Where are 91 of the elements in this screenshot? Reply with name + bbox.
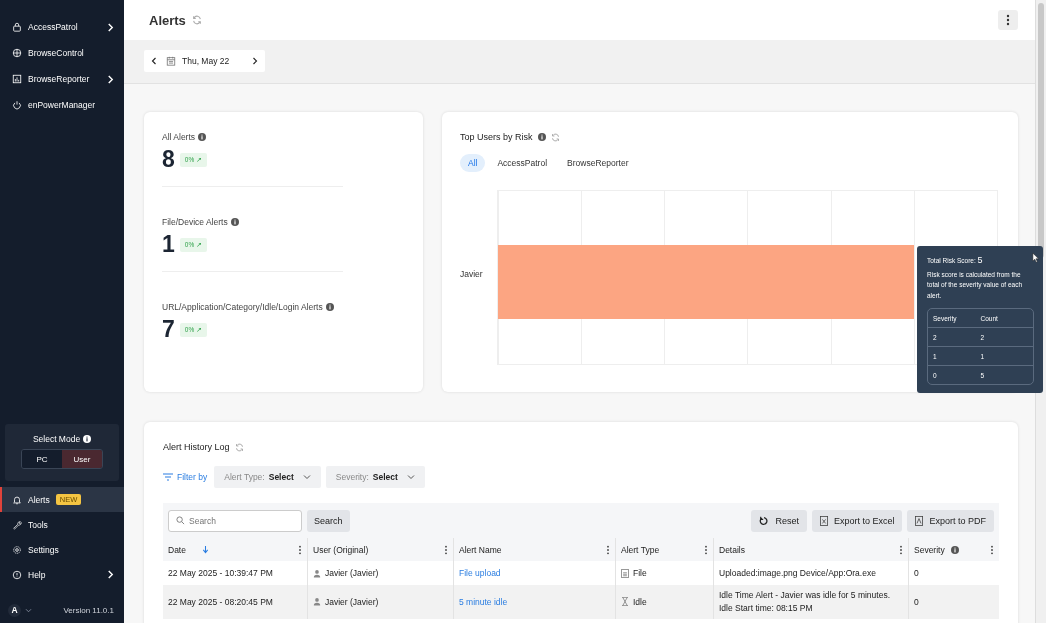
filter-by-button[interactable]: Filter by (163, 472, 210, 482)
spreadsheet-file-icon (819, 515, 828, 526)
cursor-icon (1032, 252, 1039, 263)
document-icon (915, 515, 924, 526)
column-menu-icon[interactable] (606, 544, 610, 555)
chevron-right-icon (107, 74, 114, 84)
column-menu-icon[interactable] (899, 544, 903, 555)
lock-icon (12, 22, 22, 32)
stat-label: All Alerts (162, 132, 196, 142)
column-menu-icon[interactable] (990, 544, 994, 555)
column-header[interactable]: Severity (909, 538, 999, 561)
chart-icon (12, 74, 22, 84)
column-header[interactable]: Details (714, 538, 909, 561)
date-label[interactable]: Thu, May 22 (182, 56, 230, 66)
column-header[interactable]: Date (163, 538, 308, 561)
power-icon (12, 100, 22, 110)
reset-button[interactable]: Reset (751, 509, 807, 532)
chevron-right-icon (107, 22, 114, 32)
nav-item[interactable]: BrowseControl (0, 40, 124, 66)
nav-item[interactable]: Tools (0, 512, 124, 537)
user-label: Javier (460, 268, 484, 279)
table-cell: File (633, 568, 647, 578)
version-label: Version 11.0.1 (63, 605, 114, 615)
mode-label: Select Mode (32, 434, 81, 444)
user-icon (313, 597, 321, 607)
sort-arrow-icon (201, 545, 209, 554)
help-icon (12, 569, 22, 580)
card-title: Alert History Log (163, 442, 230, 452)
more-menu-button[interactable] (998, 10, 1018, 30)
table-cell: Javier (Javier) (325, 596, 379, 607)
stat-value: 7 (162, 318, 175, 341)
filter-dropdown[interactable]: Severity: Select (325, 466, 425, 488)
export-excel-button[interactable]: Export to Excel (811, 509, 903, 532)
filter-icon (163, 473, 173, 481)
chevron-right-icon (107, 570, 114, 579)
stat-value: 8 (162, 148, 175, 171)
nav-item[interactable]: AccessPatrol (0, 14, 124, 40)
info-icon (537, 133, 546, 141)
search-icon (176, 516, 185, 525)
export-pdf-button[interactable]: Export to PDF (907, 509, 994, 532)
info-icon (325, 303, 334, 311)
chevron-down-icon (406, 474, 415, 480)
reset-icon (759, 515, 770, 526)
calendar-icon (166, 56, 176, 66)
hourglass-icon (621, 597, 629, 607)
file-icon (621, 568, 629, 578)
page-title: Alerts (149, 12, 186, 28)
table-cell: 0 (914, 596, 919, 607)
info-icon (198, 133, 207, 141)
column-menu-icon[interactable] (298, 544, 302, 555)
table-cell: Idle (633, 596, 647, 607)
stat-value: 1 (162, 233, 175, 256)
filter-tab[interactable]: BrowseReporter (559, 154, 637, 172)
nav-item[interactable]: enPowerManager (0, 92, 124, 118)
alert-link[interactable]: 5 minute idle (459, 596, 508, 607)
column-menu-icon[interactable] (704, 544, 708, 555)
table-cell: 0 (914, 568, 919, 578)
search-field[interactable]: Search (168, 509, 302, 532)
info-icon (950, 545, 959, 554)
column-header[interactable]: User (Original) (308, 538, 454, 561)
settings-icon (12, 544, 22, 555)
mode-option[interactable]: User (62, 450, 102, 468)
more-icon (1006, 14, 1010, 26)
nav-item[interactable]: Help (0, 562, 124, 587)
stat-label: File/Device Alerts (162, 217, 228, 227)
filter-tab[interactable]: AccessPatrol (489, 154, 556, 172)
column-menu-icon[interactable] (444, 544, 448, 555)
table-cell: 22 May 2025 - 10:39:47 PM (168, 568, 273, 578)
stat-label: URL/Application/Category/Idle/Login Alerts (162, 302, 323, 312)
table-cell: 22 May 2025 - 08:20:45 PM (168, 596, 273, 607)
chevron-down-icon (25, 607, 32, 613)
table-cell: Javier (Javier) (325, 568, 379, 578)
search-button[interactable]: Search (307, 509, 350, 532)
chevron-down-icon (302, 474, 311, 480)
column-header[interactable]: Alert Name (454, 538, 616, 561)
alert-link[interactable]: File upload (459, 568, 501, 578)
user-icon (313, 568, 321, 578)
filter-tab[interactable]: All (460, 154, 486, 172)
column-header[interactable]: Alert Type (616, 538, 714, 561)
globe-icon (12, 48, 22, 58)
info-icon (230, 218, 239, 226)
nav-item[interactable]: BrowseReporter (0, 66, 124, 92)
table-cell-text: Idle Time Alert - Javier was idle for 5 minutes. Idle Start time: 08:15 PM (719, 589, 891, 615)
wrench-icon (12, 519, 22, 530)
table-cell: Uploaded:image.png Device/App:Ora.exe (719, 566, 876, 580)
card-title: Top Users by Risk (460, 132, 533, 142)
bell-icon (12, 494, 22, 505)
filter-dropdown[interactable]: Alert Type: Select (214, 466, 321, 488)
nav-item[interactable]: Settings (0, 537, 124, 562)
mode-option[interactable]: PC (22, 450, 62, 468)
info-icon (83, 435, 92, 443)
